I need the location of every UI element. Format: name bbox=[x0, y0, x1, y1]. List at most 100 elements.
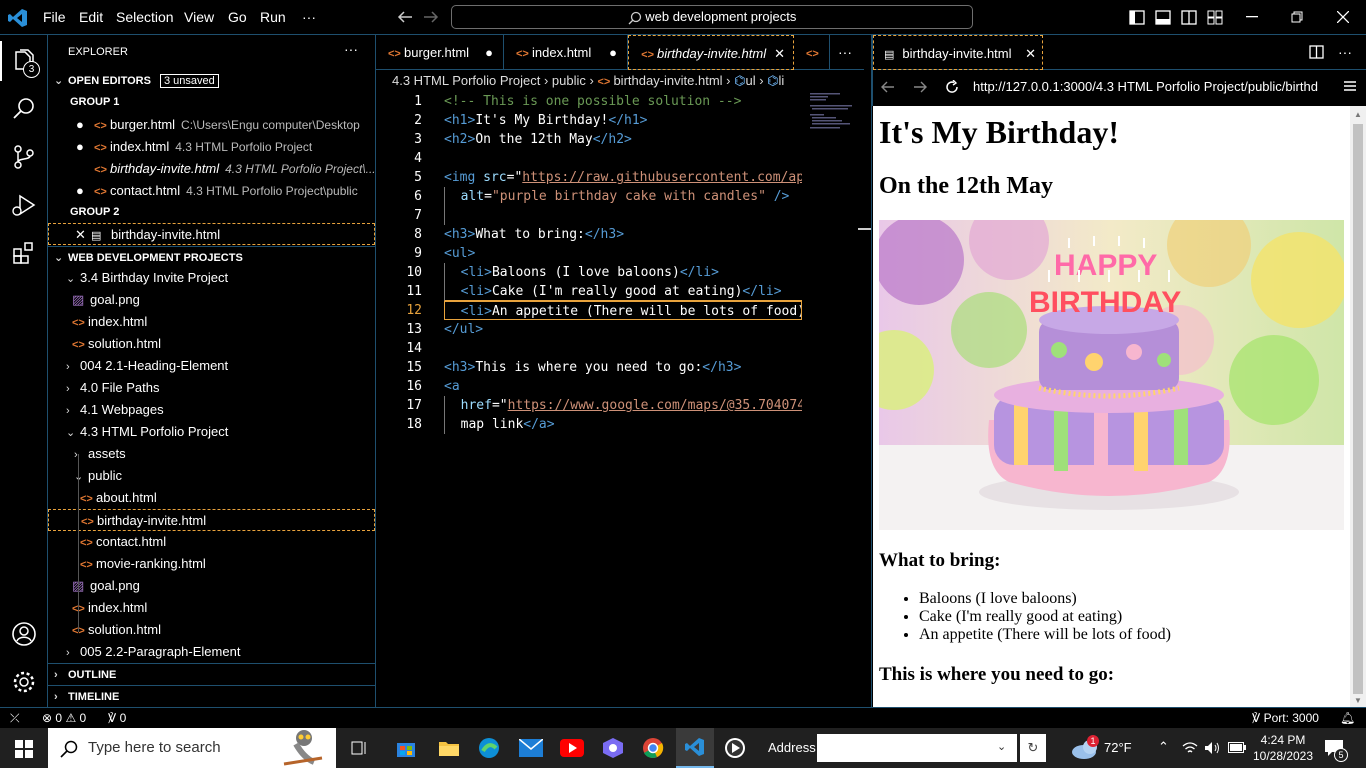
taskbar-search-box[interactable]: Type here to search bbox=[48, 728, 336, 768]
close-icon[interactable]: ✕ bbox=[75, 224, 91, 244]
media-player-icon[interactable] bbox=[724, 737, 746, 759]
source-control-icon[interactable] bbox=[0, 133, 48, 181]
outline-header[interactable]: › OUTLINE bbox=[48, 663, 375, 685]
tab-overflow[interactable]: <> bbox=[794, 35, 830, 70]
tree-folder[interactable]: ⌄public bbox=[48, 465, 375, 487]
preview-scrollbar[interactable]: ▲ ▼ bbox=[1350, 106, 1366, 707]
open-editor-preview[interactable]: ✕ ▤ birthday-invite.html bbox=[48, 223, 375, 245]
wifi-icon[interactable] bbox=[1182, 741, 1198, 755]
task-view-icon[interactable] bbox=[350, 740, 368, 756]
settings-gear-icon[interactable] bbox=[0, 658, 48, 706]
remote-icon[interactable]: ⤫ bbox=[10, 708, 20, 728]
preview-forward-icon[interactable] bbox=[913, 81, 927, 93]
crumb-ul[interactable]: ul bbox=[745, 73, 755, 88]
tree-folder[interactable]: › 004 2.1-Heading-Element bbox=[48, 355, 375, 377]
menu-more[interactable]: ··· bbox=[302, 0, 316, 35]
ports-indicator[interactable]: ℣ 0 bbox=[108, 708, 126, 728]
toggle-secondary-sidebar-icon[interactable] bbox=[1181, 10, 1197, 25]
battery-icon[interactable] bbox=[1228, 742, 1246, 753]
vscode-taskbar-icon[interactable] bbox=[676, 728, 714, 768]
address-toolbar-input[interactable]: ⌄ bbox=[817, 734, 1017, 762]
clipchamp-icon[interactable] bbox=[602, 737, 624, 759]
mail-icon[interactable] bbox=[519, 739, 543, 757]
open-editor-burger[interactable]: ● <> burger.html C:\Users\Engu computer\Des… bbox=[48, 114, 375, 136]
notifications-bell-icon[interactable]: 🔔︎ bbox=[1340, 708, 1355, 728]
tab-index[interactable]: <> index.html ● bbox=[504, 35, 628, 70]
menu-file[interactable]: File bbox=[43, 0, 66, 35]
close-window-icon[interactable] bbox=[1337, 11, 1349, 23]
minimize-icon[interactable] bbox=[1246, 16, 1258, 18]
crumb-li[interactable]: li bbox=[779, 73, 785, 88]
tree-file[interactable]: <>index.html bbox=[48, 311, 375, 333]
search-icon[interactable] bbox=[0, 85, 48, 133]
youtube-icon[interactable] bbox=[560, 739, 584, 757]
volume-icon[interactable] bbox=[1204, 740, 1220, 756]
tree-file[interactable]: <>index.html bbox=[48, 597, 375, 619]
problems-indicator[interactable]: ⊗ 0 ⚠ 0 bbox=[42, 708, 86, 728]
extensions-icon[interactable] bbox=[0, 229, 48, 277]
tree-file-active[interactable]: <> birthday-invite.html bbox=[48, 509, 375, 531]
tree-file[interactable]: <> contact.html bbox=[48, 531, 375, 553]
split-editor-icon[interactable] bbox=[1309, 45, 1324, 59]
clock[interactable]: 4:24 PM 10/28/2023 bbox=[1252, 732, 1314, 764]
tab-preview[interactable]: ▤ birthday-invite.html ✕ bbox=[873, 35, 1043, 70]
code-editor[interactable]: 1 2 3 4 5 6 7 8 9 10 11 12 13 14 15 16 1… bbox=[376, 92, 806, 707]
menu-edit[interactable]: Edit bbox=[79, 0, 103, 35]
open-editors-header[interactable]: ⌄ OPEN EDITORS 3 unsaved bbox=[48, 70, 375, 92]
address-refresh-icon[interactable]: ↻ bbox=[1020, 734, 1046, 762]
close-icon[interactable]: ✕ bbox=[774, 36, 785, 69]
customize-layout-icon[interactable] bbox=[1207, 10, 1223, 25]
workspace-header[interactable]: ⌄ WEB DEVELOPMENT PROJECTS bbox=[48, 246, 375, 268]
tree-folder[interactable]: › 4.0 File Paths bbox=[48, 377, 375, 399]
preview-menu-icon[interactable] bbox=[1343, 80, 1357, 92]
crumb-file[interactable]: birthday-invite.html bbox=[613, 73, 722, 88]
chevron-down-icon[interactable]: ⌄ bbox=[997, 740, 1006, 753]
crumb-folder[interactable]: 4.3 HTML Porfolio Project bbox=[392, 73, 540, 88]
preview-back-icon[interactable] bbox=[881, 81, 895, 93]
close-icon[interactable]: ✕ bbox=[1025, 36, 1036, 69]
toggle-sidebar-icon[interactable] bbox=[1129, 10, 1145, 25]
tree-file[interactable]: <> about.html bbox=[48, 487, 375, 509]
account-icon[interactable] bbox=[0, 610, 48, 658]
preview-more-icon[interactable]: ··· bbox=[1338, 35, 1352, 70]
tree-file[interactable]: <>solution.html bbox=[48, 333, 375, 355]
tree-file[interactable]: <> movie-ranking.html bbox=[48, 553, 375, 575]
tree-folder[interactable]: › 005 2.2-Paragraph-Element bbox=[48, 641, 375, 663]
tab-birthday-invite[interactable]: <> birthday-invite.html ✕ bbox=[628, 35, 794, 70]
open-editor-index[interactable]: ● <> index.html 4.3 HTML Porfolio Project bbox=[48, 136, 375, 158]
microsoft-store-icon[interactable] bbox=[396, 738, 416, 758]
windows-start-icon[interactable] bbox=[15, 740, 33, 758]
explorer-icon[interactable]: 3 bbox=[0, 37, 48, 85]
tree-file[interactable]: ▨goal.png bbox=[48, 575, 375, 597]
tab-burger[interactable]: <> burger.html ● bbox=[376, 35, 504, 70]
explorer-more-icon[interactable]: ··· bbox=[344, 41, 358, 57]
preview-url-field[interactable]: http://127.0.0.1:3000/4.3 HTML Porfolio … bbox=[973, 79, 1331, 97]
command-center-search[interactable]: web development projects bbox=[451, 5, 973, 29]
tree-folder[interactable]: › 4.1 Webpages bbox=[48, 399, 375, 421]
minimap[interactable] bbox=[810, 92, 858, 130]
run-debug-icon[interactable] bbox=[0, 181, 48, 229]
menu-go[interactable]: Go bbox=[228, 0, 247, 35]
tree-file[interactable]: <>solution.html bbox=[48, 619, 375, 641]
tree-folder[interactable]: ⌄ 3.4 Birthday Invite Project bbox=[48, 267, 375, 289]
crumb-public[interactable]: public bbox=[552, 73, 586, 88]
edge-browser-icon[interactable] bbox=[478, 737, 500, 759]
open-editor-contact[interactable]: ● <> contact.html 4.3 HTML Porfolio Project… bbox=[48, 180, 375, 202]
toggle-panel-icon[interactable] bbox=[1155, 10, 1171, 25]
weather-temp[interactable]: 72°F bbox=[1104, 740, 1132, 755]
menu-selection[interactable]: Selection bbox=[116, 0, 174, 35]
editor-more-icon[interactable]: ··· bbox=[838, 35, 852, 70]
file-explorer-icon[interactable] bbox=[438, 738, 460, 758]
preview-reload-icon[interactable] bbox=[945, 80, 959, 94]
tree-folder[interactable]: › assets bbox=[48, 443, 375, 465]
open-editor-birthday[interactable]: <> birthday-invite.html 4.3 HTML Porfolio … bbox=[48, 158, 375, 180]
menu-run[interactable]: Run bbox=[260, 0, 286, 35]
back-arrow-icon[interactable] bbox=[397, 10, 413, 24]
tree-file[interactable]: ▨goal.png bbox=[48, 289, 375, 311]
tree-folder[interactable]: ⌄ 4.3 HTML Porfolio Project bbox=[48, 421, 375, 443]
forward-arrow-icon[interactable] bbox=[423, 10, 439, 24]
menu-view[interactable]: View bbox=[184, 0, 214, 35]
live-server-port[interactable]: ℣ Port: 3000 bbox=[1252, 708, 1319, 728]
restore-icon[interactable] bbox=[1291, 11, 1303, 23]
chevron-up-icon[interactable]: ⌃ bbox=[1158, 739, 1169, 755]
